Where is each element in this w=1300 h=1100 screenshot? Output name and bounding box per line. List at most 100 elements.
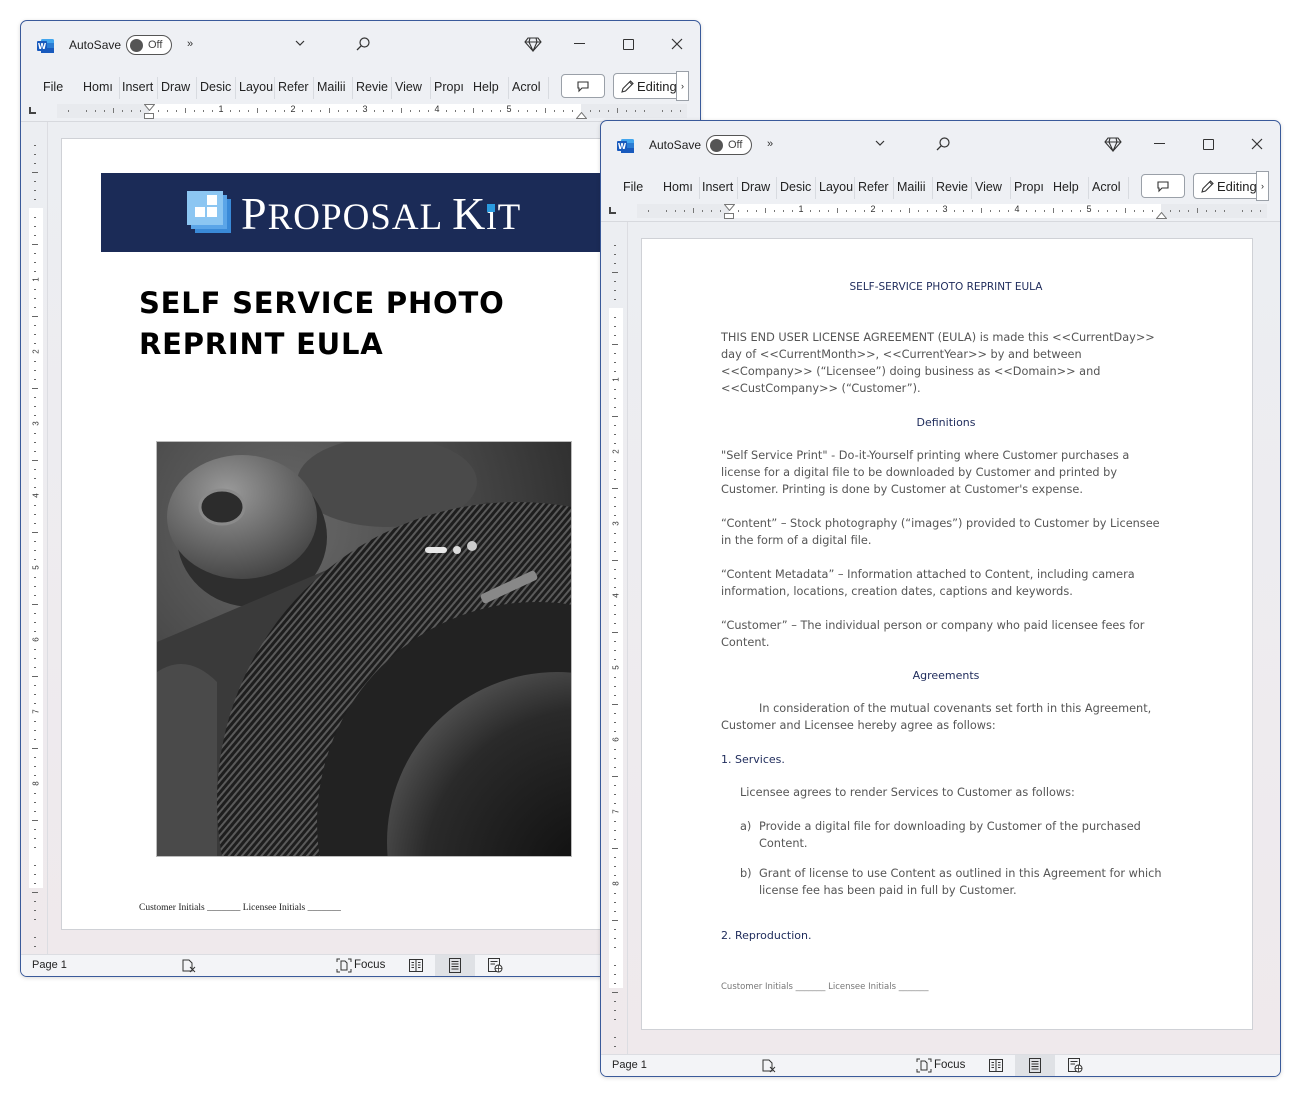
ruler-tick xyxy=(248,110,249,112)
ruler-tick xyxy=(34,667,36,668)
tab-help[interactable]: Help xyxy=(473,78,507,96)
ruler-tick xyxy=(590,110,591,112)
tab-selector[interactable] xyxy=(609,207,616,214)
comments-button[interactable] xyxy=(1141,174,1185,198)
print-layout-icon[interactable] xyxy=(1027,1058,1043,1073)
svg-text:W: W xyxy=(618,142,627,151)
tab-acrobat[interactable]: Acrol xyxy=(512,78,546,96)
ruler-tick xyxy=(828,210,829,212)
focus-icon[interactable] xyxy=(336,958,352,973)
document-page-cover[interactable]: PROPOSAL Ki T SELF SERVICE PHOTO REPRINT … xyxy=(61,138,661,930)
ruler-tick xyxy=(32,748,38,749)
tab-view[interactable]: View xyxy=(975,178,1009,196)
tab-layout[interactable]: Layou xyxy=(239,78,273,96)
read-mode-icon[interactable] xyxy=(408,958,424,973)
autosave-toggle[interactable]: Off xyxy=(126,35,172,55)
web-layout-icon[interactable] xyxy=(487,958,503,973)
ruler-tick xyxy=(34,694,36,695)
tab-home[interactable]: Homı xyxy=(83,78,118,96)
ruler-tick xyxy=(311,110,312,112)
tab-separator xyxy=(1128,177,1129,199)
web-layout-icon[interactable] xyxy=(1067,1058,1083,1073)
tab-design[interactable]: Desic xyxy=(200,78,234,96)
ruler-track[interactable]: 1 2 3 4 5 xyxy=(57,104,687,119)
tab-file[interactable]: File xyxy=(623,178,643,196)
ruler-tick xyxy=(614,641,616,642)
ruler-tick xyxy=(614,686,616,687)
close-icon[interactable] xyxy=(670,37,684,51)
focus-label[interactable]: Focus xyxy=(354,959,385,971)
search-icon[interactable] xyxy=(355,36,371,52)
tab-insert[interactable]: Insert xyxy=(122,78,156,96)
page-number[interactable]: Page 1 xyxy=(32,959,67,971)
tab-references[interactable]: Refer xyxy=(858,178,892,196)
chevron-down-icon[interactable] xyxy=(293,36,307,50)
ruler-tick xyxy=(614,677,616,678)
tab-view[interactable]: View xyxy=(395,78,429,96)
diamond-icon[interactable] xyxy=(524,36,542,52)
tab-draw[interactable]: Draw xyxy=(741,178,775,196)
ruler-tick xyxy=(131,110,132,112)
vertical-ruler[interactable]: 1 2 3 4 5 6 7 8 xyxy=(609,236,623,1056)
print-layout-icon[interactable] xyxy=(447,958,463,973)
tab-mailings[interactable]: Mailii xyxy=(317,78,351,96)
page-number[interactable]: Page 1 xyxy=(612,1059,647,1071)
right-indent-marker[interactable] xyxy=(1156,212,1167,219)
tab-references[interactable]: Refer xyxy=(278,78,312,96)
ruler-tick xyxy=(34,946,36,947)
minimize-icon[interactable] xyxy=(574,43,585,44)
text-predictions-icon[interactable] xyxy=(181,958,197,973)
ruler-tick xyxy=(203,110,204,112)
tab-file[interactable]: File xyxy=(43,78,63,96)
ribbon-scroll-right[interactable]: › xyxy=(676,71,689,101)
minimize-icon[interactable] xyxy=(1154,143,1165,144)
left-indent-marker[interactable] xyxy=(724,213,734,219)
ruler-tick xyxy=(1215,210,1216,212)
proposal-kit-wordmark: PROPOSAL Ki T xyxy=(241,187,521,240)
maximize-icon[interactable] xyxy=(623,39,634,50)
tab-selector[interactable] xyxy=(29,107,36,114)
ruler-tick xyxy=(1134,210,1135,212)
intro-paragraph: THIS END USER LICENSE AGREEMENT (EULA) i… xyxy=(721,331,1155,395)
tab-help[interactable]: Help xyxy=(1053,178,1087,196)
tab-design[interactable]: Desic xyxy=(780,178,814,196)
close-icon[interactable] xyxy=(1250,137,1264,151)
first-line-indent-marker[interactable] xyxy=(144,104,155,111)
focus-label[interactable]: Focus xyxy=(934,1059,965,1071)
chevrons-right-icon[interactable]: » xyxy=(187,38,193,50)
right-indent-marker[interactable] xyxy=(576,112,587,119)
read-mode-icon[interactable] xyxy=(988,1058,1004,1073)
autosave-toggle[interactable]: Off xyxy=(706,135,752,155)
tab-review[interactable]: Revie xyxy=(356,78,390,96)
focus-icon[interactable] xyxy=(916,1058,932,1073)
ruler-tick xyxy=(864,210,865,212)
chevron-down-icon[interactable] xyxy=(873,136,887,150)
tab-insert[interactable]: Insert xyxy=(702,178,736,196)
tab-properties[interactable]: Propı xyxy=(434,78,468,96)
tab-home[interactable]: Homı xyxy=(663,178,698,196)
vertical-ruler[interactable]: 1 2 3 4 5 6 7 8 xyxy=(29,136,43,956)
tab-draw[interactable]: Draw xyxy=(161,78,195,96)
ruler-tick xyxy=(428,110,429,112)
left-indent-marker[interactable] xyxy=(144,113,154,119)
tab-mailings[interactable]: Mailii xyxy=(897,178,931,196)
chevrons-right-icon[interactable]: » xyxy=(767,138,773,150)
document-page-eula[interactable]: SELF-SERVICE PHOTO REPRINT EULA THIS END… xyxy=(641,238,1253,1030)
cover-title: SELF SERVICE PHOTO REPRINT EULA xyxy=(139,286,505,361)
word-window-cover: W AutoSave Off » File Homı Insert Draw D… xyxy=(20,20,701,977)
first-line-indent-marker[interactable] xyxy=(724,204,735,211)
tab-review[interactable]: Revie xyxy=(936,178,970,196)
tab-acrobat[interactable]: Acrol xyxy=(1092,178,1126,196)
search-icon[interactable] xyxy=(935,136,951,152)
tab-properties[interactable]: Propı xyxy=(1014,178,1048,196)
ruler-track[interactable]: 1 2 3 4 5 xyxy=(637,204,1267,219)
ribbon-tabs: File Homı Insert Draw Desic Layou Refer … xyxy=(601,171,1280,201)
comments-button[interactable] xyxy=(561,74,605,98)
maximize-icon[interactable] xyxy=(1203,139,1214,150)
ruler-tick xyxy=(1152,210,1153,212)
ruler-tick xyxy=(34,766,36,767)
diamond-icon[interactable] xyxy=(1104,136,1122,152)
tab-layout[interactable]: Layou xyxy=(819,178,853,196)
ribbon-scroll-right[interactable]: › xyxy=(1256,171,1269,201)
text-predictions-icon[interactable] xyxy=(761,1058,777,1073)
